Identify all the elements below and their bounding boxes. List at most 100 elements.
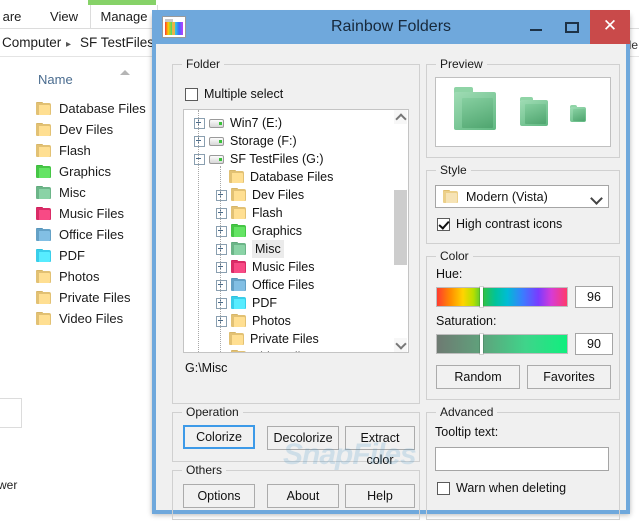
ribbon-tab-share[interactable]: are: [0, 5, 38, 28]
tree-item[interactable]: Win7 (E:): [194, 114, 282, 132]
tree-item[interactable]: Music Files: [216, 258, 315, 276]
favorites-button[interactable]: Favorites: [527, 365, 611, 389]
tree-item[interactable]: Storage (F:): [194, 132, 297, 150]
folder-icon: [231, 314, 247, 328]
expand-icon[interactable]: [216, 189, 227, 201]
hue-value-input[interactable]: 96: [575, 286, 613, 308]
tree-item[interactable]: PDF: [216, 294, 277, 312]
folder-icon: [231, 260, 247, 274]
warn-when-deleting-checkbox[interactable]: Warn when deleting: [437, 481, 566, 495]
saturation-slider-handle[interactable]: [479, 334, 483, 354]
expand-icon[interactable]: [216, 243, 227, 255]
options-button[interactable]: Options: [183, 484, 255, 508]
folder-icon: [36, 206, 52, 221]
scrollbar-thumb[interactable]: [394, 190, 407, 265]
tree-item-label: Graphics: [252, 224, 303, 238]
expand-icon[interactable]: [216, 351, 227, 352]
expand-icon[interactable]: [216, 297, 227, 309]
folder-icon: [231, 242, 247, 256]
tree-item[interactable]: SF TestFiles (G:): [194, 150, 324, 168]
about-button[interactable]: About: [267, 484, 339, 508]
high-contrast-icons-checkbox[interactable]: High contrast icons: [437, 217, 562, 231]
checkbox-box: [185, 87, 198, 101]
operation-group: Operation Colorize Decolorize Extract co…: [172, 405, 420, 467]
ribbon-tab-manage[interactable]: Manage: [90, 5, 158, 28]
colorize-button[interactable]: Colorize: [183, 425, 255, 449]
expand-icon[interactable]: [216, 261, 227, 273]
collapse-icon[interactable]: [194, 153, 205, 165]
tree-item[interactable]: Photos: [216, 312, 291, 330]
decolorize-button[interactable]: Decolorize: [267, 426, 339, 450]
expand-icon[interactable]: [216, 315, 227, 327]
expand-icon[interactable]: [216, 225, 227, 237]
folder-group: Folder Multiple select Win7 (E:) Storage …: [172, 57, 420, 404]
tree-item[interactable]: Graphics: [216, 222, 302, 240]
expand-icon[interactable]: [194, 117, 205, 129]
sort-ascending-icon: [120, 70, 130, 75]
multiple-select-label: Multiple select: [204, 87, 284, 101]
expand-icon[interactable]: [216, 207, 227, 219]
list-item-label: PDF: [59, 248, 85, 263]
list-item-label: Music Files: [59, 206, 125, 221]
close-button[interactable]: ✕: [590, 10, 630, 44]
hue-label: Hue:: [436, 267, 463, 281]
tree-item-label: Misc: [252, 240, 284, 258]
preview-folder-large: [454, 87, 496, 130]
high-contrast-label: High contrast icons: [456, 217, 563, 231]
hue-slider-handle[interactable]: [479, 287, 483, 307]
selected-path-label: G:\Misc: [185, 361, 228, 375]
saturation-label: Saturation:: [436, 314, 497, 328]
scroll-down-icon[interactable]: [394, 338, 407, 352]
folder-icon: [36, 269, 52, 284]
style-group-label: Style: [436, 163, 471, 177]
breadcrumb-computer[interactable]: Computer: [2, 34, 61, 52]
hue-slider[interactable]: [436, 287, 568, 307]
folder-group-label: Folder: [182, 57, 225, 71]
maximize-button[interactable]: [554, 10, 590, 44]
preview-canvas: [435, 77, 611, 147]
tree-item-label: Dev Files: [252, 188, 305, 202]
column-header-name[interactable]: Name: [38, 72, 73, 87]
help-button[interactable]: Help: [345, 484, 415, 508]
tree-item[interactable]: Video Files: [216, 348, 314, 352]
minimize-button[interactable]: [518, 10, 554, 44]
tree-line: [220, 166, 221, 352]
expand-icon[interactable]: [216, 279, 227, 291]
extract-color-button[interactable]: Extract color: [345, 426, 415, 467]
operation-group-label: Operation: [182, 405, 243, 419]
tree-item[interactable]: Dev Files: [216, 186, 304, 204]
folder-icon: [36, 185, 52, 200]
tree-item[interactable]: Database Files: [216, 168, 333, 186]
tree-item[interactable]: Office Files: [216, 276, 314, 294]
tree-scrollbar[interactable]: [394, 109, 409, 353]
breadcrumb-current[interactable]: SF TestFiles (: [80, 34, 162, 52]
expand-icon[interactable]: [194, 135, 205, 147]
style-dropdown[interactable]: Modern (Vista): [435, 185, 609, 208]
saturation-value-input[interactable]: 90: [575, 333, 613, 355]
scroll-up-icon[interactable]: [394, 110, 407, 125]
tree-item-label: Video Files: [252, 348, 314, 352]
rainbow-folders-dialog: Rainbow Folders ✕ Folder Multiple select…: [152, 10, 630, 520]
folder-tree[interactable]: Win7 (E:) Storage (F:) SF TestFiles (G:) Da…: [183, 109, 395, 353]
tooltip-text-input[interactable]: [435, 447, 609, 471]
tree-item[interactable]: Misc: [216, 240, 284, 258]
dialog-titlebar[interactable]: Rainbow Folders ✕: [152, 10, 630, 44]
random-color-button[interactable]: Random: [436, 365, 520, 389]
saturation-slider[interactable]: [436, 334, 568, 354]
warn-when-deleting-label: Warn when deleting: [456, 481, 567, 495]
folder-icon: [36, 290, 52, 305]
folder-icon: [36, 311, 52, 326]
tree-item-label: Music Files: [252, 260, 315, 274]
tree-item[interactable]: Private Files: [216, 330, 319, 348]
folder-icon: [36, 122, 52, 137]
breadcrumb-separator-icon: ▸: [66, 39, 72, 50]
advanced-group-label: Advanced: [436, 405, 498, 419]
list-item-label: Private Files: [59, 290, 131, 305]
multiple-select-checkbox[interactable]: Multiple select: [185, 87, 283, 101]
tree-item[interactable]: Flash: [216, 204, 283, 222]
color-group-label: Color: [436, 249, 473, 263]
close-icon: ✕: [602, 16, 618, 35]
folder-icon: [231, 350, 247, 352]
tree-item-label: Flash: [252, 206, 283, 220]
ribbon-tab-view[interactable]: View: [38, 5, 90, 28]
